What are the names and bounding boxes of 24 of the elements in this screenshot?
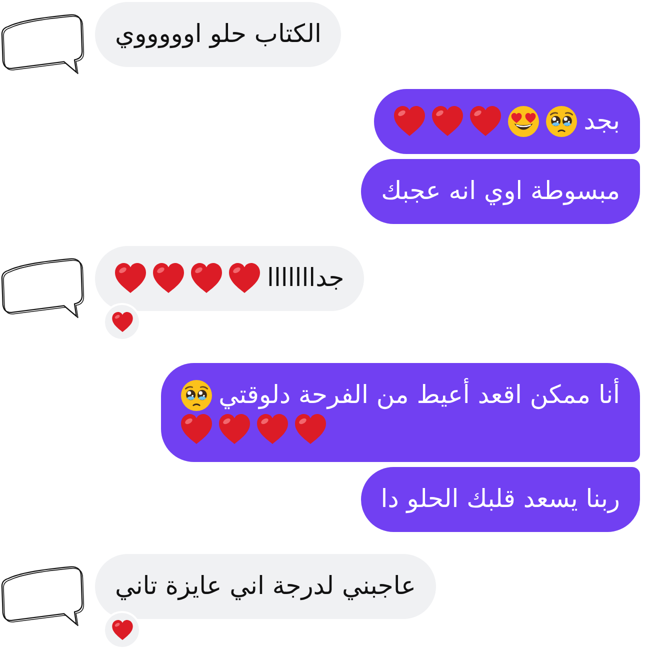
message-text: بجد [584, 105, 620, 137]
heart-icon [394, 106, 425, 136]
heart-icon [229, 263, 260, 293]
speech-bubble-icon [0, 565, 86, 628]
heart-icon [294, 414, 326, 444]
heart-icon [180, 414, 212, 444]
heart-icon [256, 414, 288, 444]
message-text: جدااااااا [267, 262, 344, 294]
heart-icon [153, 263, 184, 293]
pleading-face-icon [180, 380, 212, 410]
message-text: أنا ممكن اقعد أعيط من الفرحة دلوقتي [218, 378, 620, 412]
heart-icon [432, 106, 463, 136]
message-text: عاجبني لدرجة اني عايزة تاني [115, 570, 416, 602]
heart-icon [115, 263, 146, 293]
heart-icon [470, 106, 501, 136]
heart-eyes-face-icon [508, 106, 539, 136]
message-text: مبسوطة اوي انه عجبك [381, 175, 620, 208]
heart-icon [218, 414, 250, 444]
speech-bubble-icon [0, 257, 86, 320]
message-text: الكتاب حلو اوووووي [115, 18, 322, 50]
speech-bubble-icon [0, 13, 86, 76]
message-text: ربنا يسعد قلبك الحلو دا [380, 483, 620, 516]
pleading-face-icon [546, 106, 577, 136]
heart-icon [191, 263, 222, 293]
